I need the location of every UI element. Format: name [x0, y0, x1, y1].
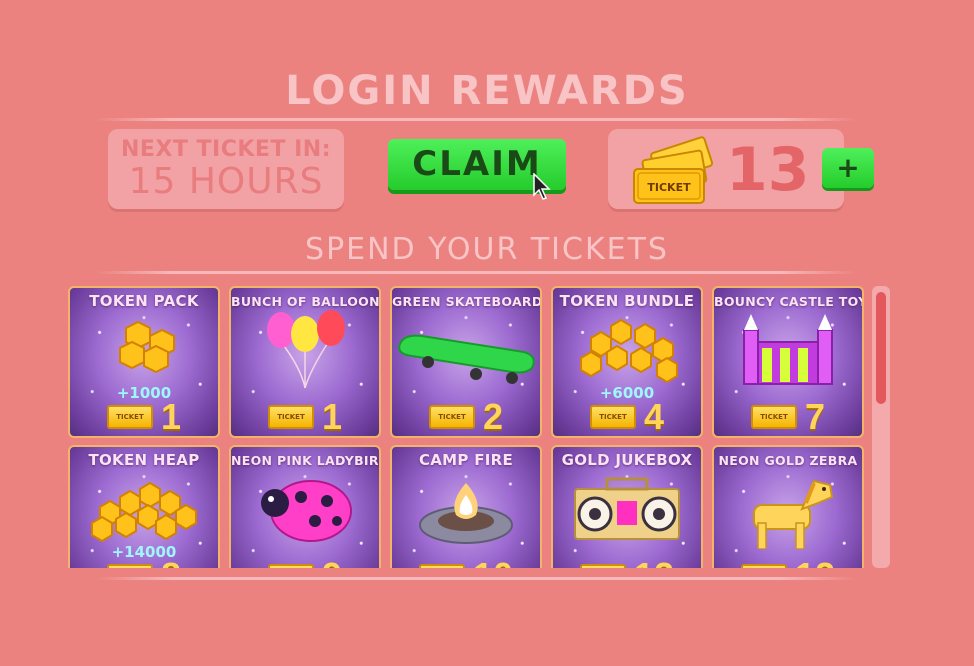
- balloons-icon: [267, 310, 345, 389]
- ladybird-icon: [261, 480, 352, 542]
- item-name: GREEN SKATEBOARD: [392, 294, 542, 309]
- ticket-icon: TICKET: [267, 564, 314, 568]
- shop-item-gold-jukebox[interactable]: GOLD JUKEBOX TICKET 12: [551, 445, 703, 568]
- shop-item-neon-pink-ladybird[interactable]: NEON PINK LADYBIRD TICKET 9: [229, 445, 381, 568]
- item-price: TICKET 2: [392, 396, 540, 437]
- ticket-icon: TICKET: [106, 564, 153, 568]
- item-price: TICKET 8: [70, 555, 218, 568]
- bottom-divider: [96, 577, 856, 580]
- ticket-icon: TICKET: [750, 405, 797, 429]
- price-value: 12: [795, 555, 835, 568]
- next-ticket-panel: NEXT TICKET IN: 15 HOURS: [108, 129, 344, 209]
- item-price: TICKET 1: [231, 396, 379, 437]
- item-price: TICKET 9: [231, 555, 379, 568]
- ticket-icon: TICKET: [418, 564, 465, 568]
- price-value: 8: [161, 555, 181, 568]
- campfire-icon: [419, 483, 513, 544]
- item-price: TICKET 12: [714, 555, 862, 568]
- item-price: TICKET 10: [392, 555, 540, 568]
- subtitle-divider: [96, 271, 856, 274]
- price-value: 9: [322, 555, 342, 568]
- token-bundle-icon: [580, 318, 678, 384]
- shop-item-bunch-of-balloons[interactable]: BUNCH OF BALLOONS TICKET 1: [229, 286, 381, 438]
- item-price: TICKET 4: [553, 396, 701, 437]
- jukebox-icon: [574, 477, 680, 540]
- title-divider: [96, 118, 856, 121]
- price-value: 2: [482, 396, 504, 437]
- buy-tickets-plus-button[interactable]: +: [822, 148, 874, 188]
- shop-item-bouncy-castle-toy[interactable]: BOUNCY CASTLE TOY TICKET 7: [712, 286, 864, 438]
- shop-item-token-bundle[interactable]: TOKEN BUNDLE +6000 TICKET 4: [551, 286, 703, 438]
- item-name: BOUNCY CASTLE TOY: [714, 294, 864, 309]
- shop-grid: TOKEN PACK +1000 TICKET 1 BUNCH OF BALLO…: [66, 285, 872, 568]
- spend-tickets-title: SPEND YOUR TICKETS: [305, 232, 669, 267]
- bouncy-castle-icon: [743, 314, 833, 385]
- shop-item-green-skateboard[interactable]: GREEN SKATEBOARD TICKET 2: [390, 286, 542, 438]
- shop-item-token-pack[interactable]: TOKEN PACK +1000 TICKET 1: [68, 286, 220, 438]
- mouse-cursor-icon: [533, 173, 551, 200]
- ticket-icon: TICKET: [740, 564, 787, 568]
- price-value: 4: [643, 396, 665, 437]
- ticket-icon: TICKET: [267, 405, 314, 429]
- item-name: BUNCH OF BALLOONS: [231, 294, 381, 309]
- price-value: 7: [804, 396, 826, 437]
- item-name: NEON PINK LADYBIRD: [231, 453, 381, 468]
- item-price: TICKET 12: [553, 555, 701, 568]
- ticket-icon-label: TICKET: [647, 181, 691, 194]
- ticket-icon: TICKET: [589, 405, 636, 429]
- next-ticket-timer: 15 HOURS: [128, 161, 324, 202]
- item-price: TICKET 7: [714, 396, 862, 437]
- next-ticket-label: NEXT TICKET IN:: [120, 137, 332, 162]
- item-name: NEON GOLD ZEBRA: [718, 453, 858, 468]
- ticket-icon: TICKET: [428, 405, 475, 429]
- token-pack-icon: [119, 320, 175, 374]
- price-value: 1: [321, 396, 343, 437]
- item-price: TICKET 1: [70, 396, 218, 437]
- shop-item-camp-fire[interactable]: CAMP FIRE TICKET 10: [390, 445, 542, 568]
- ticket-count: 13: [726, 135, 810, 205]
- ticket-icon: TICKET: [106, 405, 153, 429]
- scrollbar-thumb[interactable]: [876, 292, 886, 404]
- shop-item-neon-gold-zebra[interactable]: NEON GOLD ZEBRA TICKET 12: [712, 445, 864, 568]
- login-rewards-title: LOGIN REWARDS: [285, 68, 689, 114]
- shop-item-token-heap[interactable]: TOKEN HEAP +14000 TICKET 8: [68, 445, 220, 568]
- price-value: 10: [473, 555, 513, 568]
- price-value: 12: [634, 555, 674, 568]
- ticket-icon: TICKET: [579, 564, 626, 568]
- tickets-icon: TICKET: [633, 136, 714, 204]
- zebra-icon: [753, 479, 834, 549]
- token-heap-icon: [91, 481, 197, 543]
- ticket-balance-panel: TICKET 13: [608, 129, 844, 209]
- skateboard-icon: [398, 334, 535, 384]
- shop-scrollbar[interactable]: [872, 286, 890, 568]
- price-value: 1: [160, 396, 182, 437]
